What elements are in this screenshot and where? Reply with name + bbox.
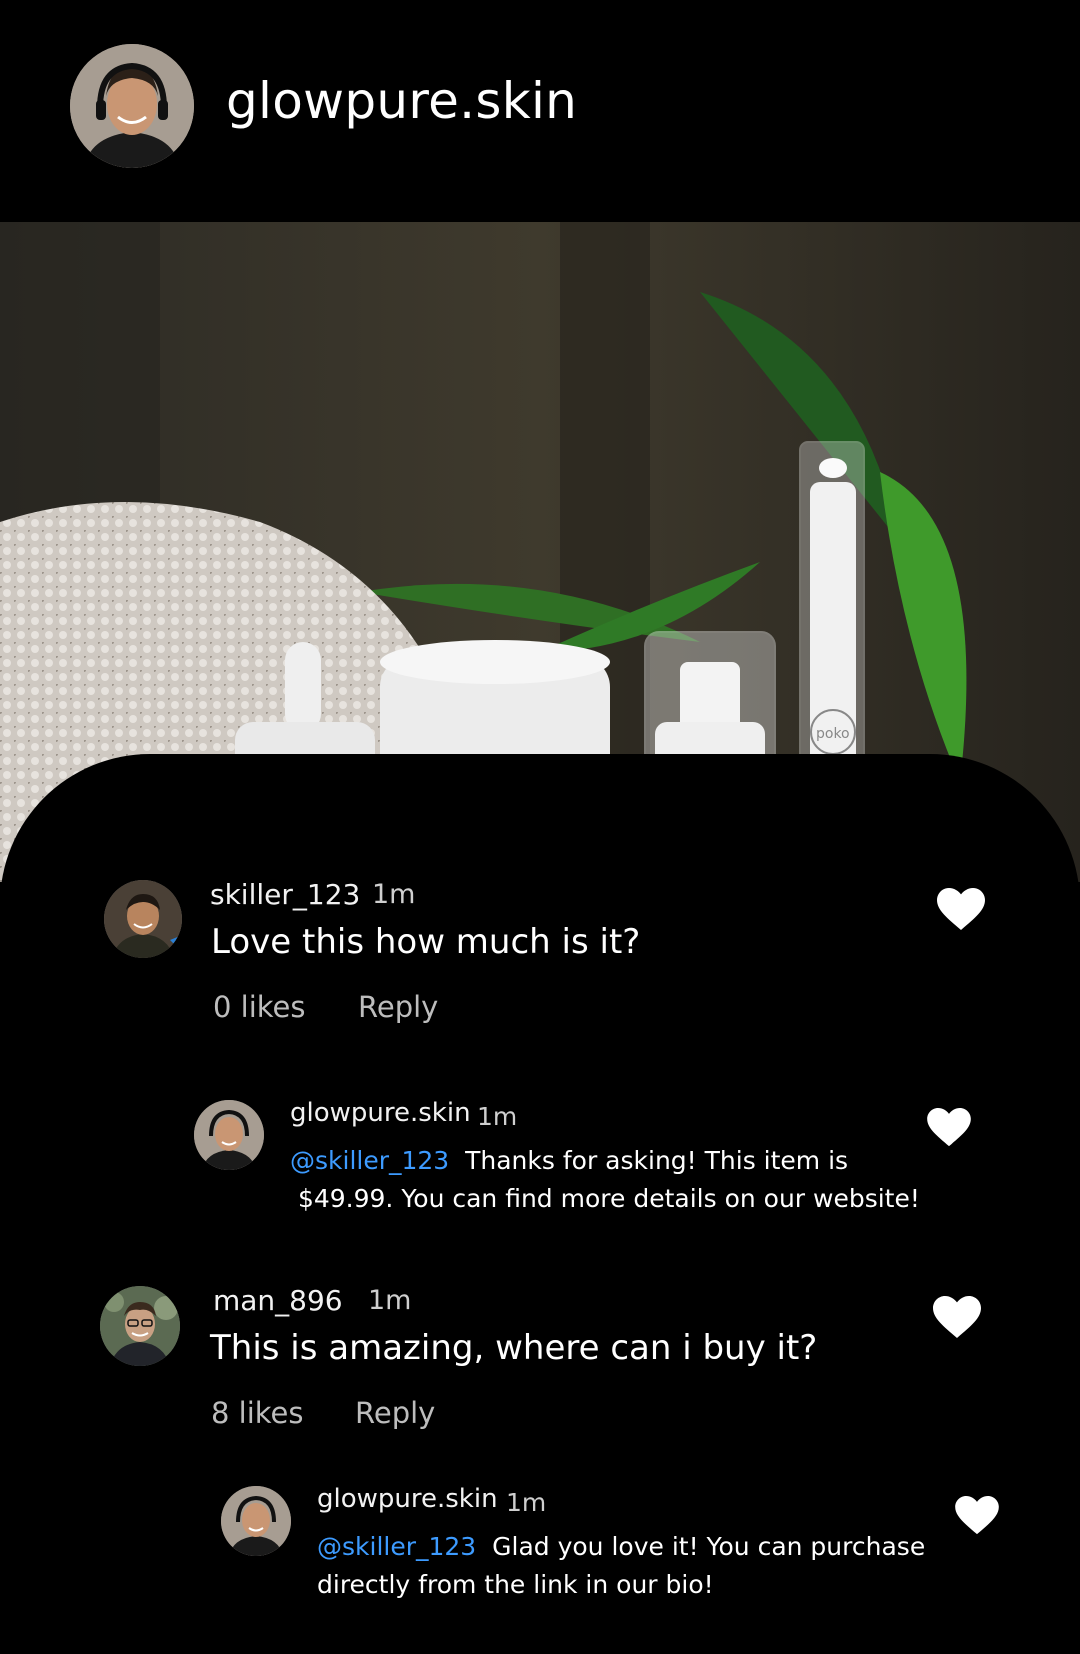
reply-button[interactable]: Reply [355,1396,435,1430]
reply-username[interactable]: glowpure.skin [290,1098,471,1128]
comment-text: Love this how much is it? [211,922,641,962]
comment-username[interactable]: man_896 [213,1284,343,1317]
reply-button[interactable]: Reply [358,990,438,1024]
reply-time: 1m [506,1488,547,1517]
reply-time: 1m [477,1102,518,1131]
svg-text:poko: poko [816,726,850,742]
profile-avatar[interactable] [70,44,194,168]
comment-time: 1m [368,1285,412,1316]
mention-link[interactable]: @skiller_123 [317,1532,476,1561]
likes-count[interactable]: 0 likes [213,990,306,1024]
avatar[interactable] [221,1486,291,1556]
heart-icon[interactable] [937,888,985,932]
heart-icon[interactable] [955,1496,999,1536]
comment-time: 1m [372,879,416,910]
header-bar: glowpure.skin [0,0,1080,222]
avatar[interactable] [100,1286,180,1366]
likes-count[interactable]: 8 likes [211,1396,304,1430]
heart-icon[interactable] [927,1108,971,1148]
mention-link[interactable]: @skiller_123 [290,1146,449,1175]
reply-text: @skiller_123 Glad you love it! You can p… [317,1532,926,1599]
avatar[interactable] [104,880,182,958]
comment-text: This is amazing, where can i buy it? [210,1328,818,1368]
avatar[interactable] [194,1100,264,1170]
reply-text: @skiller_123 Thanks for asking! This ite… [290,1146,920,1213]
profile-username[interactable]: glowpure.skin [226,72,577,130]
heart-icon[interactable] [933,1296,981,1340]
reply-username[interactable]: glowpure.skin [317,1484,498,1514]
comment-username[interactable]: skiller_123 [210,878,360,911]
